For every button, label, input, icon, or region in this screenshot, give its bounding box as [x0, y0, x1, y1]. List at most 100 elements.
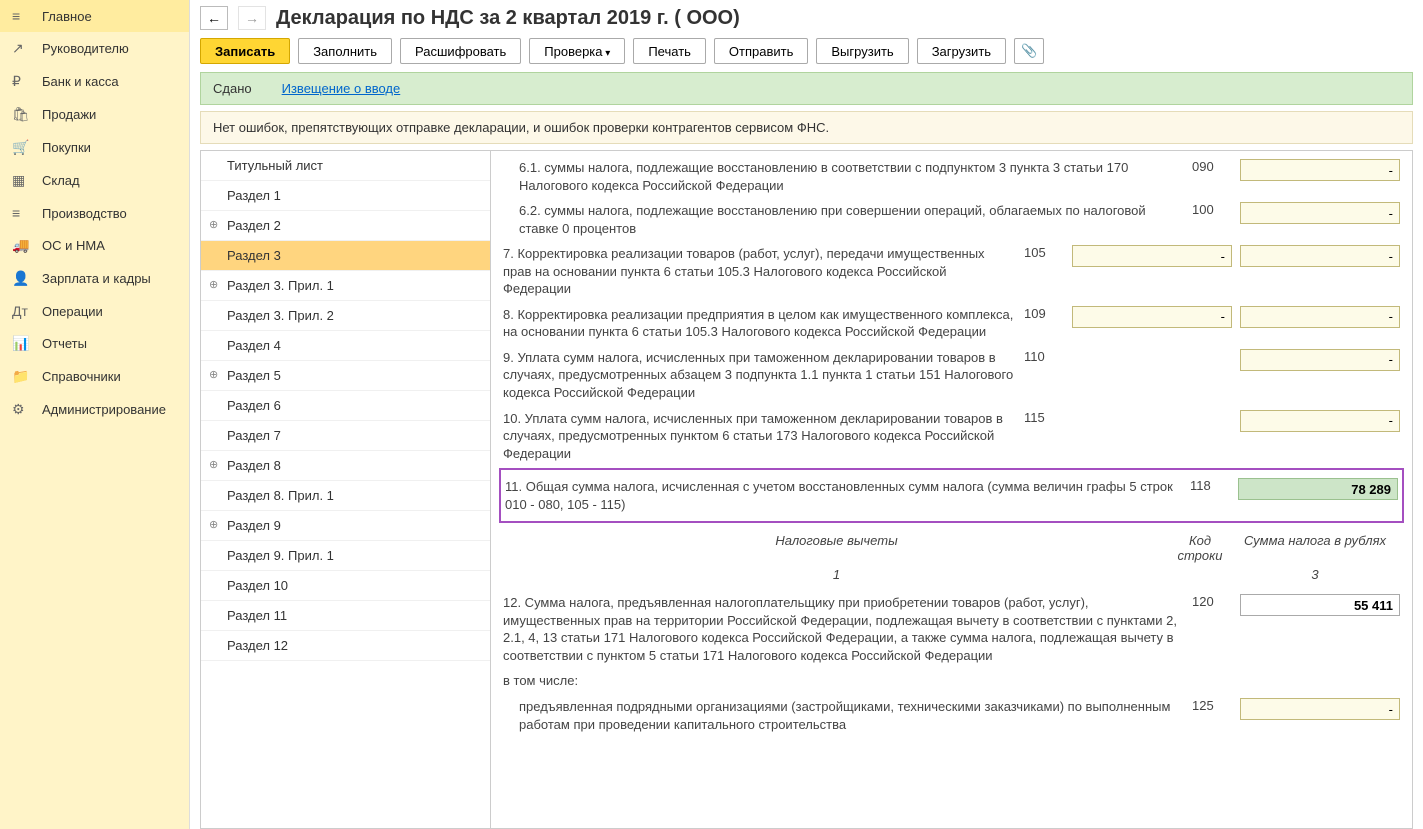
- section-tree: Титульный листРаздел 1Раздел 2Раздел 3Ра…: [201, 151, 491, 828]
- sidebar-item-purchases[interactable]: 🛒 Покупки: [0, 131, 189, 164]
- sidebar-item-production[interactable]: ≡ Производство: [0, 197, 189, 229]
- status-link[interactable]: Извещение о вводе: [282, 81, 401, 96]
- sidebar-item-bank[interactable]: ₽Банк и касса: [0, 65, 189, 98]
- header-col3: Сумма налога в рублях: [1230, 533, 1400, 563]
- cart-icon: 🛒: [12, 139, 32, 156]
- row-text: 10. Уплата сумм налога, исчисленных при …: [503, 410, 1016, 463]
- tree-item-6[interactable]: Раздел 4: [201, 331, 490, 361]
- row-code: 110: [1024, 349, 1064, 364]
- main-panel: ← → Декларация по НДС за 2 квартал 2019 …: [190, 0, 1423, 829]
- row-code-125: 125: [1192, 698, 1232, 713]
- bag-icon: 🛍: [12, 106, 32, 123]
- value-125[interactable]: [1240, 698, 1400, 720]
- tree-item-3[interactable]: Раздел 3: [201, 241, 490, 271]
- sidebar-label: Зарплата и кадры: [42, 271, 151, 286]
- row-text: 9. Уплата сумм налога, исчисленных при т…: [503, 349, 1016, 402]
- sidebar-label: Операции: [42, 304, 103, 319]
- row-text: 7. Корректировка реализации товаров (раб…: [503, 245, 1016, 298]
- section-header: Налоговые вычеты Код строки Сумма налога…: [503, 525, 1400, 565]
- tree-item-5[interactable]: Раздел 3. Прил. 2: [201, 301, 490, 331]
- menu-icon: ≡: [12, 8, 32, 24]
- value-115-b[interactable]: [1240, 410, 1400, 432]
- attach-button[interactable]: 📎: [1014, 38, 1044, 64]
- sidebar-label: Банк и касса: [42, 74, 119, 89]
- row-text: 8. Корректировка реализации предприятия …: [503, 306, 1016, 341]
- nav-forward-button[interactable]: →: [238, 6, 266, 30]
- page-title: Декларация по НДС за 2 квартал 2019 г. (…: [276, 7, 740, 30]
- send-button[interactable]: Отправить: [714, 38, 808, 64]
- tree-item-11[interactable]: Раздел 8. Прил. 1: [201, 481, 490, 511]
- check-button[interactable]: Проверка: [529, 38, 625, 64]
- tree-item-7[interactable]: Раздел 5: [201, 361, 490, 391]
- header-col2: Код строки: [1170, 533, 1230, 563]
- colnum-1: 1: [503, 567, 1170, 582]
- check-message: Нет ошибок, препятствующих отправке декл…: [200, 111, 1413, 144]
- dt-icon: Дт: [12, 303, 32, 319]
- fill-button[interactable]: Заполнить: [298, 38, 392, 64]
- gear-icon: ⚙: [12, 401, 32, 418]
- import-button[interactable]: Загрузить: [917, 38, 1006, 64]
- status-bar: Сдано Извещение о вводе: [200, 72, 1413, 105]
- value-090-a[interactable]: [1240, 159, 1400, 181]
- sidebar-label: Отчеты: [42, 336, 87, 351]
- sidebar-item-operations[interactable]: Дт Операции: [0, 295, 189, 327]
- tree-item-12[interactable]: Раздел 9: [201, 511, 490, 541]
- nav-back-button[interactable]: ←: [200, 6, 228, 30]
- decode-button[interactable]: Расшифровать: [400, 38, 521, 64]
- tree-item-14[interactable]: Раздел 10: [201, 571, 490, 601]
- value-109-b[interactable]: [1240, 306, 1400, 328]
- including-label: в том числе:: [503, 672, 1400, 690]
- write-button[interactable]: Записать: [200, 38, 290, 64]
- tree-item-10[interactable]: Раздел 8: [201, 451, 490, 481]
- row-text-125: предъявленная подрядными организациями (…: [503, 698, 1184, 733]
- tree-item-1[interactable]: Раздел 1: [201, 181, 490, 211]
- value-105-b[interactable]: [1240, 245, 1400, 267]
- row-text: 6.1. суммы налога, подлежащие восстановл…: [503, 159, 1184, 194]
- sidebar-label: Руководителю: [42, 41, 129, 56]
- sidebar-label: Справочники: [42, 369, 121, 384]
- value-110-b[interactable]: [1240, 349, 1400, 371]
- value-109-a[interactable]: [1072, 306, 1232, 328]
- sidebar-item-sales[interactable]: 🛍 Продажи: [0, 98, 189, 131]
- form-area[interactable]: 6.1. суммы налога, подлежащие восстановл…: [491, 151, 1412, 828]
- tree-item-13[interactable]: Раздел 9. Прил. 1: [201, 541, 490, 571]
- row-code: 105: [1024, 245, 1064, 260]
- sidebar-label: Продажи: [42, 107, 96, 122]
- highlight-row-118: 11. Общая сумма налога, исчисленная с уч…: [499, 468, 1404, 523]
- tree-item-8[interactable]: Раздел 6: [201, 391, 490, 421]
- sidebar-item-hr[interactable]: 👤Зарплата и кадры: [0, 262, 189, 295]
- paperclip-icon: 📎: [1021, 43, 1037, 58]
- row-code: 118: [1190, 478, 1230, 493]
- sidebar-label: Покупки: [42, 140, 91, 155]
- value-120[interactable]: [1240, 594, 1400, 616]
- export-button[interactable]: Выгрузить: [816, 38, 908, 64]
- value-118[interactable]: [1238, 478, 1398, 500]
- sidebar-item-main[interactable]: ≡ Главное: [0, 0, 189, 32]
- print-button[interactable]: Печать: [633, 38, 706, 64]
- row-text-120: 12. Сумма налога, предъявленная налогопл…: [503, 594, 1184, 664]
- row-text: 6.2. суммы налога, подлежащие восстановл…: [503, 202, 1184, 237]
- sidebar-item-warehouse[interactable]: ▦ Склад: [0, 164, 189, 197]
- sidebar-item-reports[interactable]: 📊Отчеты: [0, 327, 189, 360]
- truck-icon: 🚚: [12, 237, 32, 254]
- tree-item-15[interactable]: Раздел 11: [201, 601, 490, 631]
- value-105-a[interactable]: [1072, 245, 1232, 267]
- sidebar-item-admin[interactable]: ⚙Администрирование: [0, 393, 189, 426]
- sidebar-item-assets[interactable]: 🚚ОС и НМА: [0, 229, 189, 262]
- row-text: 11. Общая сумма налога, исчисленная с уч…: [505, 478, 1182, 513]
- sidebar-item-refs[interactable]: 📁Справочники: [0, 360, 189, 393]
- sidebar-label: Производство: [42, 206, 127, 221]
- tree-item-16[interactable]: Раздел 12: [201, 631, 490, 661]
- tree-item-9[interactable]: Раздел 7: [201, 421, 490, 451]
- colnum-3: 3: [1230, 567, 1400, 582]
- list-icon: ≡: [12, 205, 32, 221]
- sidebar-label: Склад: [42, 173, 80, 188]
- row-code: 090: [1192, 159, 1232, 174]
- grid-icon: ▦: [12, 172, 32, 189]
- tree-item-4[interactable]: Раздел 3. Прил. 1: [201, 271, 490, 301]
- sidebar-item-manager[interactable]: ↗Руководителю: [0, 32, 189, 65]
- tree-item-0[interactable]: Титульный лист: [201, 151, 490, 181]
- sidebar-label: Главное: [42, 9, 92, 24]
- value-100-a[interactable]: [1240, 202, 1400, 224]
- tree-item-2[interactable]: Раздел 2: [201, 211, 490, 241]
